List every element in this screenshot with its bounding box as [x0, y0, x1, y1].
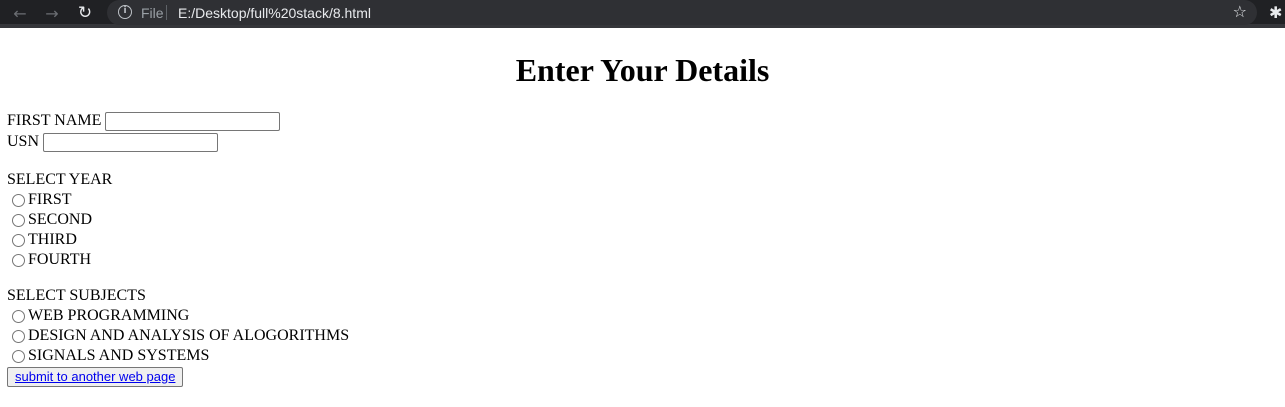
year-option-label: SECOND — [28, 211, 93, 228]
page-title: Enter Your Details — [515, 52, 770, 88]
select-year-label: SELECT YEAR — [7, 171, 113, 188]
subject-radio[interactable] — [12, 309, 25, 323]
usn-label: USN — [7, 133, 40, 150]
scheme-label: File — [141, 5, 164, 21]
usn-input[interactable] — [43, 132, 219, 152]
select-subjects-label: SELECT SUBJECTS — [7, 287, 146, 304]
forward-arrow-icon[interactable]: → — [42, 3, 62, 23]
subject-option-web-programming[interactable]: WEB PROGRAMMING — [12, 306, 189, 326]
year-radio[interactable] — [12, 253, 25, 267]
first-name-row: FIRST NAME — [7, 111, 281, 131]
year-radio[interactable] — [12, 233, 25, 247]
address-bar[interactable]: i File E:/Desktop/full%20stack/8.html ☆ — [107, 0, 1257, 25]
subject-option-signals[interactable]: SIGNALS AND SYSTEMS — [12, 346, 209, 366]
subject-option-label: WEB PROGRAMMING — [28, 307, 190, 324]
reload-icon[interactable]: ↻ — [75, 3, 95, 23]
url-text[interactable]: E:/Desktop/full%20stack/8.html — [178, 5, 371, 21]
page-content: Enter Your Details FIRST NAME USN SELECT… — [0, 28, 1285, 407]
year-option-second[interactable]: SECOND — [12, 210, 92, 230]
first-name-input[interactable] — [105, 111, 281, 131]
submit-button[interactable]: submit to another web page — [7, 367, 184, 387]
subject-radio[interactable] — [12, 329, 25, 343]
address-separator — [166, 5, 167, 20]
year-option-label: FOURTH — [28, 251, 92, 268]
year-radio[interactable] — [12, 213, 25, 227]
extensions-puzzle-icon[interactable]: ✱ — [1269, 3, 1282, 22]
first-name-label: FIRST NAME — [7, 112, 102, 129]
year-option-label: THIRD — [28, 231, 77, 248]
year-radio[interactable] — [12, 193, 25, 207]
usn-row: USN — [7, 132, 219, 152]
year-option-fourth[interactable]: FOURTH — [12, 250, 91, 270]
subject-option-label: SIGNALS AND SYSTEMS — [28, 347, 210, 364]
back-arrow-icon[interactable]: ← — [10, 3, 30, 23]
browser-toolbar: ← → ↻ i File E:/Desktop/full%20stack/8.h… — [0, 0, 1285, 28]
subject-option-daa[interactable]: DESIGN AND ANALYSIS OF ALOGORITHMS — [12, 326, 349, 346]
subject-radio[interactable] — [12, 349, 25, 363]
year-option-third[interactable]: THIRD — [12, 230, 77, 250]
year-option-first[interactable]: FIRST — [12, 190, 72, 210]
subject-option-label: DESIGN AND ANALYSIS OF ALOGORITHMS — [28, 327, 350, 344]
info-icon[interactable]: i — [118, 5, 132, 19]
star-icon[interactable]: ☆ — [1233, 2, 1247, 21]
year-option-label: FIRST — [28, 191, 72, 208]
